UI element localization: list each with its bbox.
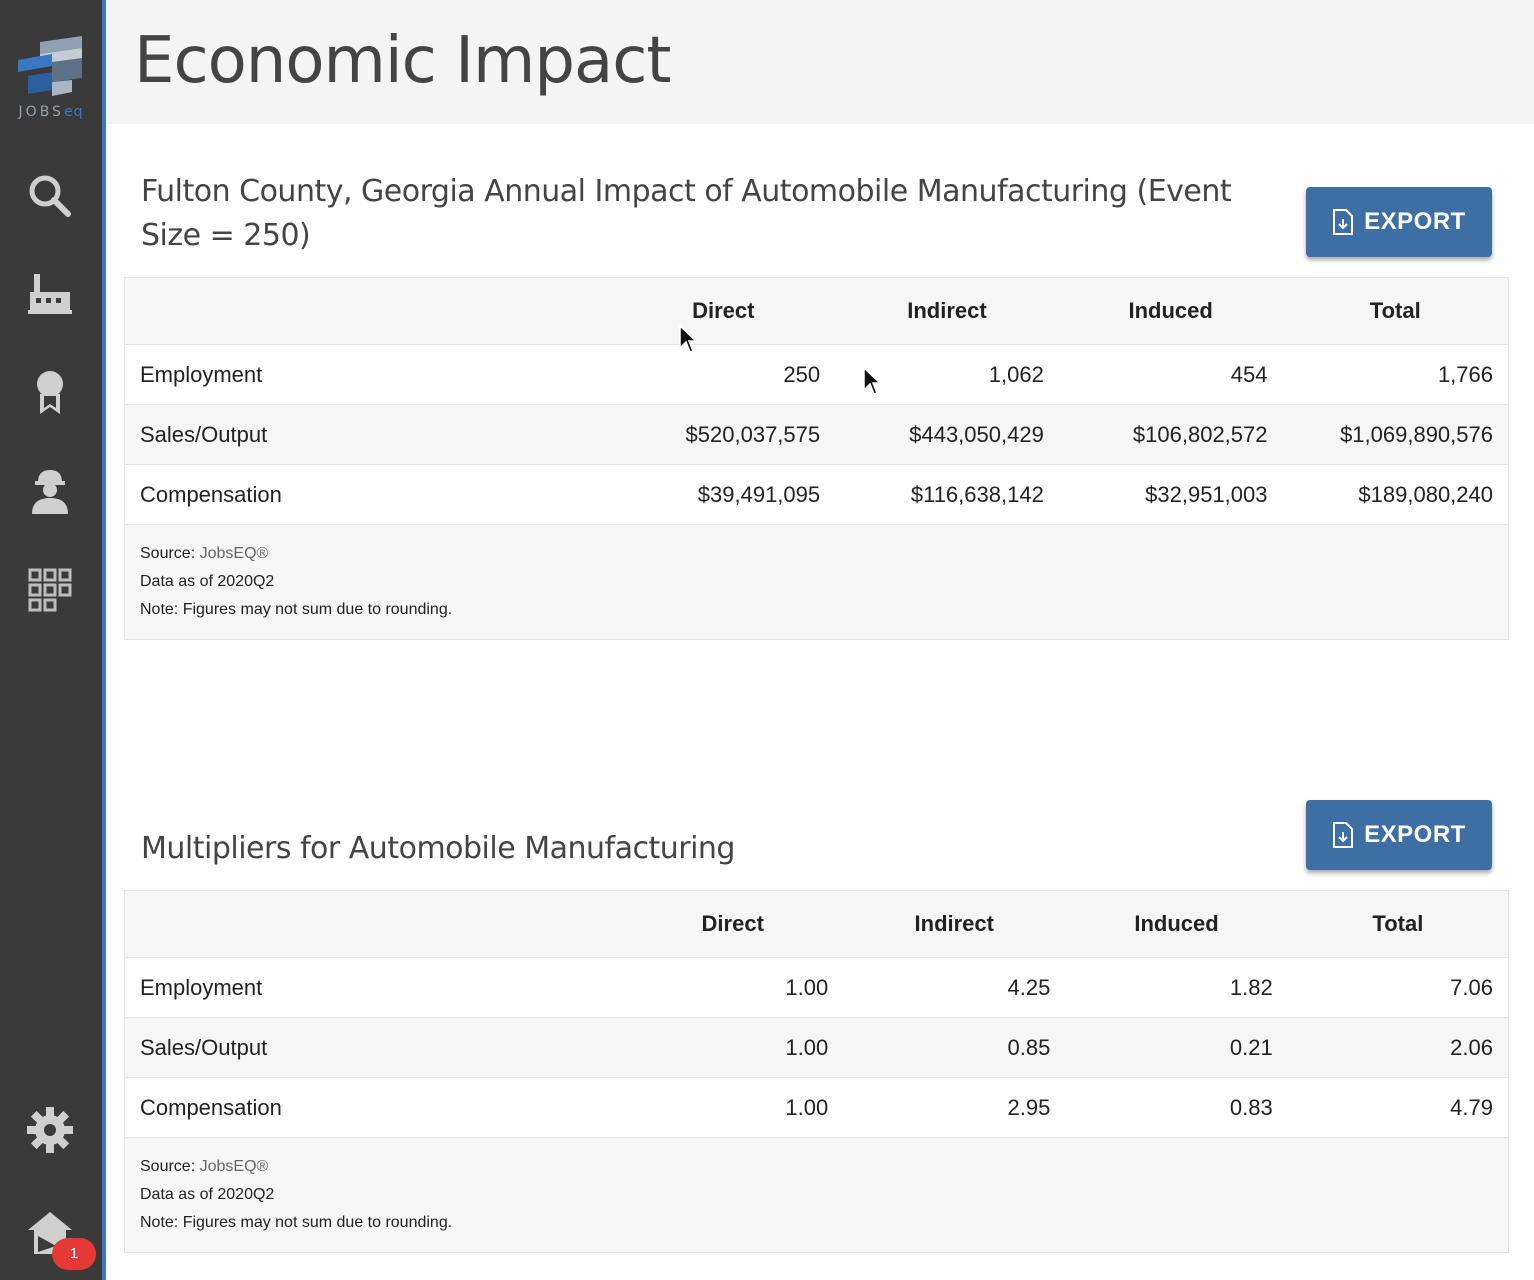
cell-induced: 0.21 <box>1065 1017 1288 1078</box>
table-row: Compensation 1.00 2.95 0.83 4.79 <box>124 1077 1509 1138</box>
cell-indirect: $443,050,429 <box>835 404 1059 465</box>
table-footnotes: Source: JobsEQ® Data as of 2020Q2 Note: … <box>124 1137 1509 1253</box>
table-footnotes: Source: JobsEQ® Data as of 2020Q2 Note: … <box>124 524 1509 640</box>
column-header-direct[interactable]: Direct <box>611 277 836 345</box>
multipliers-export-button[interactable]: EXPORT <box>1306 800 1492 870</box>
cell-direct: 1.00 <box>622 957 844 1018</box>
cell-direct: $520,037,575 <box>611 404 836 465</box>
worker-icon[interactable] <box>22 462 78 518</box>
table-header-row: Direct Indirect Induced Total <box>124 890 1509 958</box>
cell-total: $189,080,240 <box>1282 464 1509 525</box>
table-header-row: Direct Indirect Induced Total <box>124 277 1509 345</box>
cell-direct: 1.00 <box>622 1017 844 1078</box>
row-label: Sales/Output <box>124 1017 623 1078</box>
gear-icon[interactable] <box>22 1102 78 1158</box>
cell-induced: 1.82 <box>1065 957 1288 1018</box>
row-label: Compensation <box>124 1077 623 1138</box>
data-as-of: Data as of 2020Q2 <box>140 573 275 590</box>
cell-total: 1,766 <box>1282 344 1509 405</box>
cell-indirect: 2.95 <box>843 1077 1066 1138</box>
notification-badge[interactable]: 1 <box>52 1238 96 1270</box>
cell-indirect: 0.85 <box>843 1017 1066 1078</box>
cell-induced: 454 <box>1058 344 1283 405</box>
table-footer-row: Source: JobsEQ® Data as of 2020Q2 Note: … <box>124 1137 1509 1253</box>
column-header-induced[interactable]: Induced <box>1058 277 1283 345</box>
cell-indirect: $116,638,142 <box>835 464 1059 525</box>
impact-table: Direct Indirect Induced Total Employment… <box>124 277 1509 640</box>
column-header-indirect[interactable]: Indirect <box>835 277 1059 345</box>
file-export-icon <box>1333 209 1354 235</box>
column-header-total[interactable]: Total <box>1282 277 1509 345</box>
ribbon-award-icon[interactable] <box>22 364 78 420</box>
cell-induced: 0.83 <box>1065 1077 1288 1138</box>
table-row: Employment 250 1,062 454 1,766 <box>124 344 1509 405</box>
multipliers-export-label: EXPORT <box>1364 821 1466 848</box>
multipliers-table: Direct Indirect Induced Total Employment… <box>124 890 1509 1253</box>
column-header-total[interactable]: Total <box>1287 890 1509 958</box>
sidebar: JOBSeq 1 <box>0 0 106 1280</box>
logo-mark-icon <box>18 36 82 96</box>
table-header-blank <box>124 890 623 958</box>
grid-icon[interactable] <box>22 562 78 618</box>
data-as-of: Data as of 2020Q2 <box>140 1186 275 1203</box>
table-row: Sales/Output 1.00 0.85 0.21 2.06 <box>124 1017 1509 1078</box>
cell-direct: 250 <box>611 344 836 405</box>
cell-induced: $106,802,572 <box>1058 404 1283 465</box>
column-header-indirect[interactable]: Indirect <box>843 890 1066 958</box>
source-link[interactable]: JobsEQ® <box>200 545 269 562</box>
mouse-cursor-icon <box>679 324 698 353</box>
table-row: Compensation $39,491,095 $116,638,142 $3… <box>124 464 1509 525</box>
factory-icon[interactable] <box>22 266 78 322</box>
row-label: Sales/Output <box>124 404 612 465</box>
rounding-note: Note: Figures may not sum due to roundin… <box>140 601 453 618</box>
table-footer-row: Source: JobsEQ® Data as of 2020Q2 Note: … <box>124 524 1509 640</box>
cell-total: $1,069,890,576 <box>1282 404 1509 465</box>
source-link[interactable]: JobsEQ® <box>200 1158 269 1175</box>
page-title: Economic Impact <box>134 24 671 98</box>
cell-total: 2.06 <box>1287 1017 1509 1078</box>
impact-section-title: Fulton County, Georgia Annual Impact of … <box>141 174 1232 253</box>
cell-indirect: 4.25 <box>843 957 1066 1018</box>
column-header-induced[interactable]: Induced <box>1065 890 1288 958</box>
row-label: Employment <box>124 344 612 405</box>
impact-export-button[interactable]: EXPORT <box>1306 187 1492 257</box>
cell-direct: 1.00 <box>622 1077 844 1138</box>
source-line: Source: JobsEQ® <box>140 545 269 562</box>
source-line: Source: JobsEQ® <box>140 1158 269 1175</box>
mouse-cursor-icon <box>863 366 882 395</box>
multipliers-section-title: Multipliers for Automobile Manufacturing <box>141 831 735 866</box>
logo-text: JOBSeq <box>18 104 84 120</box>
cell-induced: $32,951,003 <box>1058 464 1283 525</box>
cell-total: 7.06 <box>1287 957 1509 1018</box>
impact-export-label: EXPORT <box>1364 208 1466 235</box>
page-header: Economic Impact <box>106 0 1534 124</box>
table-row: Employment 1.00 4.25 1.82 7.06 <box>124 957 1509 1018</box>
rounding-note: Note: Figures may not sum due to roundin… <box>140 1214 453 1231</box>
row-label: Compensation <box>124 464 612 525</box>
column-header-direct[interactable]: Direct <box>622 890 844 958</box>
cell-direct: $39,491,095 <box>611 464 836 525</box>
search-icon[interactable] <box>22 168 78 224</box>
row-label: Employment <box>124 957 623 1018</box>
file-export-icon <box>1333 822 1354 848</box>
table-header-blank <box>124 277 612 345</box>
cell-total: 4.79 <box>1287 1077 1509 1138</box>
table-row: Sales/Output $520,037,575 $443,050,429 $… <box>124 404 1509 465</box>
